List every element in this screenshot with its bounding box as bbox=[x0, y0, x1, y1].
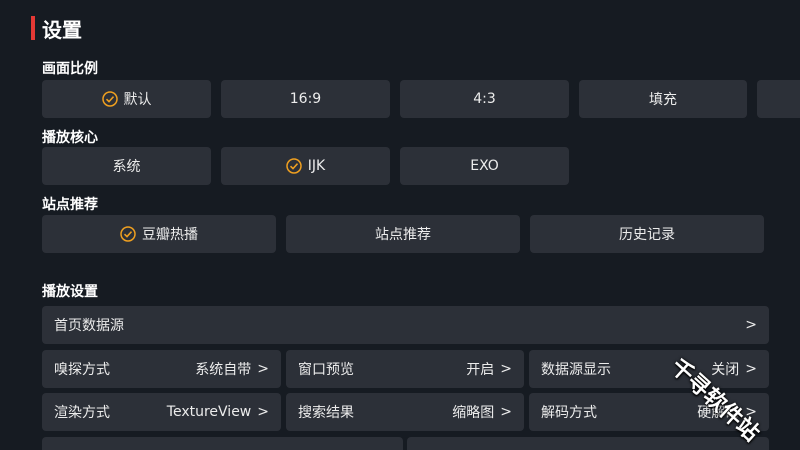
core-option-exo[interactable]: EXO bbox=[400, 147, 569, 185]
option-label: 豆瓣热播 bbox=[142, 227, 198, 243]
section-label-playback: 播放设置 bbox=[42, 284, 98, 300]
chevron-right-icon: > bbox=[500, 404, 512, 420]
site-option-douban[interactable]: 豆瓣热播 bbox=[42, 215, 276, 253]
row-value: 关闭 bbox=[711, 362, 740, 378]
setting-row-source-display[interactable]: 数据源显示 关闭 > bbox=[529, 350, 769, 388]
row-value: TextureView bbox=[166, 404, 252, 420]
option-label: EXO bbox=[470, 158, 499, 174]
row-value: 缩略图 bbox=[452, 405, 495, 421]
row-label: 首页数据源 bbox=[54, 318, 124, 334]
aspect-option-fill[interactable]: 填充 bbox=[579, 80, 747, 118]
setting-row-sniff[interactable]: 嗅探方式 系统自带 > bbox=[42, 350, 281, 388]
row-label: 数据源显示 bbox=[541, 362, 611, 378]
page-header: 设置 bbox=[31, 16, 82, 42]
section-label-core: 播放核心 bbox=[42, 130, 98, 146]
row-label: 窗口预览 bbox=[298, 362, 354, 378]
row-value: 系统自带 bbox=[195, 362, 252, 378]
chevron-right-icon: > bbox=[257, 404, 269, 420]
row-label: 搜索结果 bbox=[298, 405, 354, 421]
aspect-option-more[interactable] bbox=[757, 80, 800, 118]
setting-row-partial-2[interactable] bbox=[407, 437, 769, 450]
aspect-option-16-9[interactable]: 16:9 bbox=[221, 80, 390, 118]
chevron-right-icon: > bbox=[500, 361, 512, 377]
row-value: 开启 bbox=[466, 362, 495, 378]
setting-row-decode[interactable]: 解码方式 硬解码 > bbox=[529, 393, 769, 431]
row-label: 嗅探方式 bbox=[54, 362, 110, 378]
site-option-recommend[interactable]: 站点推荐 bbox=[286, 215, 520, 253]
option-label: IJK bbox=[307, 158, 326, 174]
option-label: 16:9 bbox=[289, 91, 322, 107]
chevron-right-icon: > bbox=[745, 317, 757, 333]
site-option-history[interactable]: 历史记录 bbox=[530, 215, 764, 253]
aspect-option-4-3[interactable]: 4:3 bbox=[400, 80, 569, 118]
chevron-right-icon: > bbox=[257, 361, 269, 377]
check-circle-icon bbox=[101, 91, 118, 107]
chevron-right-icon: > bbox=[745, 404, 757, 420]
option-label: 填充 bbox=[649, 92, 677, 108]
title-accent-bar bbox=[31, 16, 35, 40]
section-label-aspect: 画面比例 bbox=[42, 61, 98, 77]
setting-row-render[interactable]: 渲染方式 TextureView > bbox=[42, 393, 281, 431]
option-label: 系统 bbox=[112, 159, 141, 175]
core-option-ijk[interactable]: IJK bbox=[221, 147, 390, 185]
check-circle-icon bbox=[120, 226, 136, 242]
setting-row-partial-1[interactable] bbox=[42, 437, 403, 450]
core-option-system[interactable]: 系统 bbox=[42, 147, 211, 185]
home-source-row[interactable]: 首页数据源 > bbox=[42, 306, 769, 344]
chevron-right-icon: > bbox=[745, 361, 757, 377]
option-label: 4:3 bbox=[473, 91, 496, 107]
page-title: 设置 bbox=[42, 17, 82, 42]
setting-row-search-result[interactable]: 搜索结果 缩略图 > bbox=[286, 393, 524, 431]
aspect-option-default[interactable]: 默认 bbox=[42, 80, 211, 118]
option-label: 站点推荐 bbox=[375, 227, 431, 243]
option-label: 历史记录 bbox=[619, 227, 675, 243]
option-label: 默认 bbox=[123, 92, 152, 108]
row-label: 渲染方式 bbox=[54, 405, 110, 421]
row-label: 解码方式 bbox=[541, 405, 597, 421]
row-value: 硬解码 bbox=[697, 405, 740, 421]
setting-row-window-preview[interactable]: 窗口预览 开启 > bbox=[286, 350, 524, 388]
section-label-site: 站点推荐 bbox=[42, 197, 98, 213]
check-circle-icon bbox=[286, 158, 302, 174]
